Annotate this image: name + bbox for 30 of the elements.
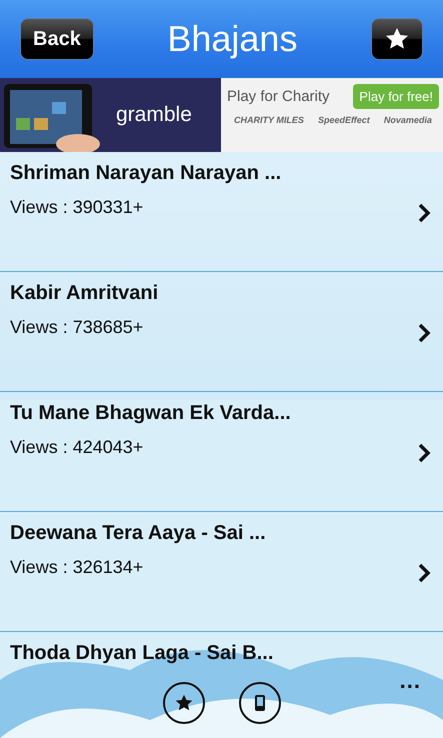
- bhajan-item[interactable]: Deewana Tera Aaya - Sai ... Views : 326134+: [0, 512, 443, 632]
- page-title: Bhajans: [167, 18, 298, 60]
- view-count: Views : 326134+: [10, 557, 144, 578]
- view-count: Views : 390331+: [10, 197, 144, 218]
- bhajan-title: Kabir Amritvani: [10, 282, 160, 305]
- sponsor-logo: Novamedia: [384, 115, 432, 125]
- chevron-icon: [417, 443, 431, 463]
- bhajan-title: Shriman Narayan Narayan ...: [10, 162, 282, 185]
- chevron-icon: [417, 563, 431, 583]
- ad-headline: Play for Charity: [227, 88, 330, 105]
- bhajan-title: Deewana Tera Aaya - Sai ...: [10, 522, 267, 545]
- bhajan-title: Tu Mane Bhagwan Ek Varda...: [10, 402, 292, 425]
- chevron-icon: [417, 203, 431, 223]
- favorite-button[interactable]: [370, 18, 423, 60]
- phone-button[interactable]: [238, 682, 280, 724]
- chevron-icon: [417, 323, 431, 343]
- back-button[interactable]: Back: [20, 18, 94, 60]
- star-icon: [384, 27, 409, 51]
- more-button[interactable]: ...: [400, 668, 421, 694]
- bhajan-item[interactable]: Kabir Amritvani Views : 738685+: [0, 272, 443, 392]
- bhajan-item[interactable]: Tu Mane Bhagwan Ek Varda... Views : 424043+: [0, 392, 443, 512]
- star-icon: [174, 694, 192, 712]
- sponsor-logo: CHARITY MILES: [234, 115, 304, 125]
- sponsor-logo: SpeedEffect: [318, 115, 370, 125]
- view-count: Views : 424043+: [10, 437, 144, 458]
- bhajan-title: Thoda Dhyan Laga - Sai B...: [10, 642, 274, 665]
- favorites-button[interactable]: [162, 682, 204, 724]
- ad-brand: gramble: [116, 103, 192, 127]
- bhajan-item[interactable]: Shriman Narayan Narayan ... Views : 390331+: [0, 152, 443, 272]
- view-count: Views : 738685+: [10, 317, 144, 338]
